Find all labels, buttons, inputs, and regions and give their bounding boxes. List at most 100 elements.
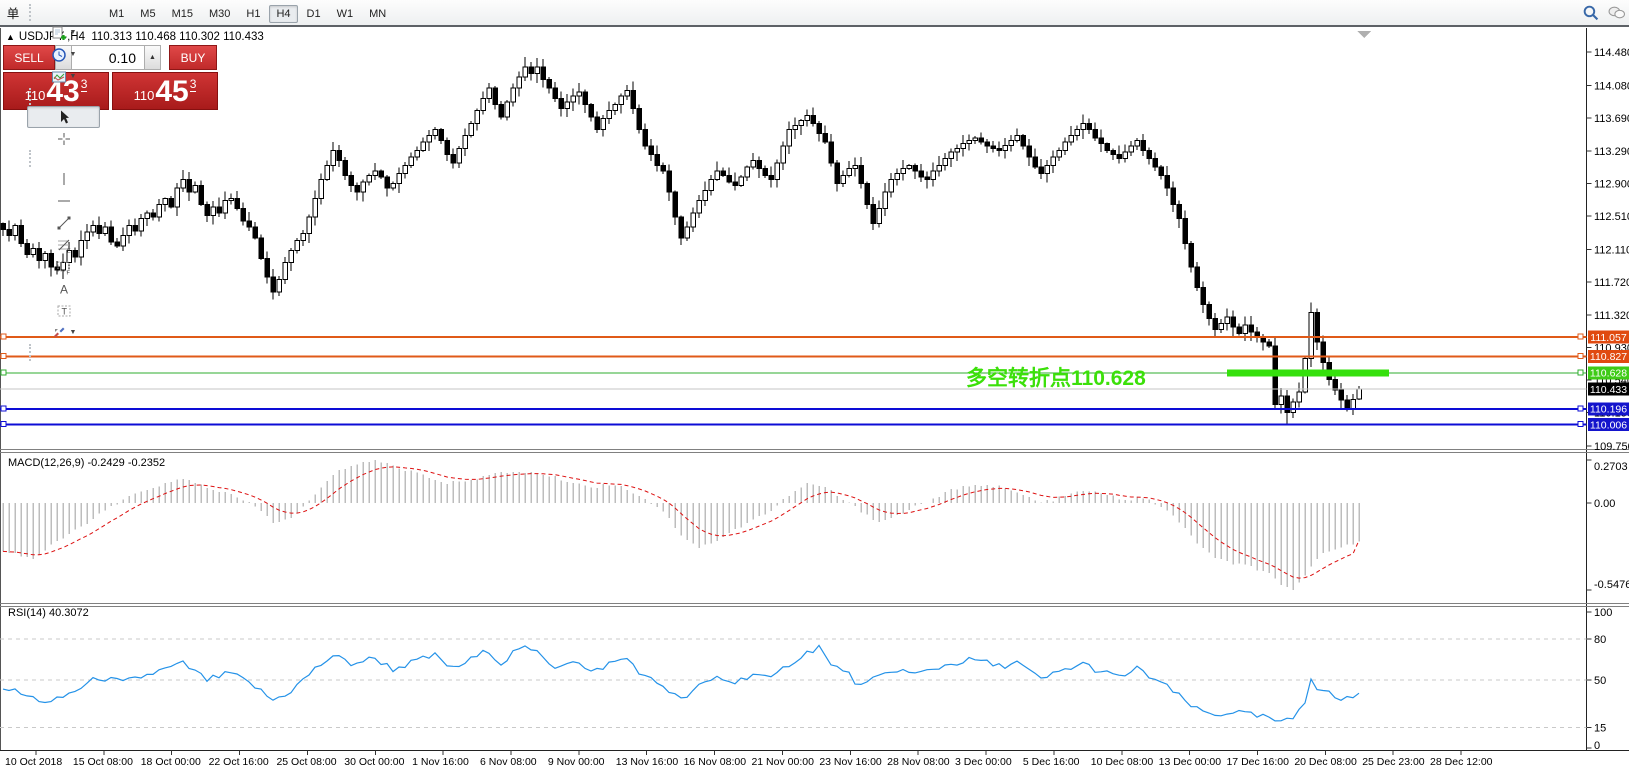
chevron-down-icon[interactable]: ▼ bbox=[70, 51, 77, 58]
price-badge-110.196: 110.196 bbox=[1588, 402, 1629, 415]
svg-text:110.433: 110.433 bbox=[1590, 384, 1627, 396]
indicators-button[interactable]: ▼ bbox=[27, 22, 100, 44]
toolbar-separator bbox=[29, 344, 31, 361]
svg-text:25 Oct 08:00: 25 Oct 08:00 bbox=[276, 756, 336, 768]
timeframe-m5[interactable]: M5 bbox=[133, 5, 162, 23]
toolbar-separator bbox=[29, 150, 31, 167]
svg-text:113.690: 113.690 bbox=[1594, 113, 1629, 125]
chevron-down-icon[interactable]: ▼ bbox=[70, 29, 77, 36]
channel-button[interactable]: F bbox=[27, 256, 100, 278]
svg-text:-0.5476: -0.5476 bbox=[1594, 579, 1629, 591]
svg-text:A: A bbox=[60, 282, 68, 296]
annotation-text[interactable]: 多空转折点110.628 bbox=[966, 362, 1146, 392]
svg-text:13 Dec 00:00: 13 Dec 00:00 bbox=[1159, 756, 1222, 768]
timeframe-m15[interactable]: M15 bbox=[165, 5, 200, 23]
price-badge-110.433: 110.433 bbox=[1588, 383, 1629, 396]
arrows-button[interactable]: ▼ bbox=[27, 322, 100, 344]
svg-text:T: T bbox=[61, 306, 67, 316]
channel-icon: F bbox=[56, 259, 72, 275]
arrows-icon bbox=[51, 325, 67, 341]
svg-text:110.827: 110.827 bbox=[1590, 351, 1627, 363]
trendline-button[interactable] bbox=[27, 212, 100, 234]
trend-segment[interactable] bbox=[1227, 369, 1389, 376]
cursor-icon bbox=[56, 109, 72, 125]
periods-icon bbox=[51, 47, 67, 63]
volume-up-button[interactable]: ▲ bbox=[144, 45, 161, 70]
svg-text:22 Oct 16:00: 22 Oct 16:00 bbox=[209, 756, 269, 768]
svg-text:3 Dec 00:00: 3 Dec 00:00 bbox=[955, 756, 1012, 768]
svg-text:111.057: 111.057 bbox=[1590, 332, 1627, 344]
svg-text:21 Nov 00:00: 21 Nov 00:00 bbox=[751, 756, 814, 768]
text-icon: A bbox=[56, 281, 72, 297]
svg-text:113.290: 113.290 bbox=[1594, 146, 1629, 158]
crosshair-icon bbox=[56, 131, 72, 147]
svg-text:110.628: 110.628 bbox=[1590, 368, 1627, 380]
cursor-button[interactable] bbox=[27, 106, 100, 128]
chat-button[interactable] bbox=[1604, 2, 1628, 24]
svg-text:15: 15 bbox=[1594, 723, 1606, 735]
price-badge-110.006: 110.006 bbox=[1588, 418, 1629, 431]
templates-icon bbox=[51, 69, 67, 85]
chevron-down-icon[interactable]: ▼ bbox=[70, 329, 77, 336]
svg-text:13 Nov 16:00: 13 Nov 16:00 bbox=[616, 756, 679, 768]
chart-shift-icon bbox=[56, 0, 72, 1]
toolbar-separator bbox=[29, 88, 31, 105]
timeframe-mn[interactable]: MN bbox=[362, 5, 393, 23]
svg-text:10 Oct 2018: 10 Oct 2018 bbox=[5, 756, 62, 768]
buy-price-display[interactable]: 110453 bbox=[112, 72, 218, 110]
chart-shift-button[interactable] bbox=[27, 0, 100, 4]
horizontal-line-icon bbox=[56, 193, 72, 209]
horizontal-line-button[interactable] bbox=[27, 190, 100, 212]
fibonacci-icon: E bbox=[56, 237, 72, 253]
svg-text:0.2703: 0.2703 bbox=[1594, 461, 1628, 473]
price-badge-110.628: 110.628 bbox=[1588, 366, 1629, 379]
vertical-line-button[interactable] bbox=[27, 168, 100, 190]
buy-button[interactable]: BUY bbox=[169, 45, 217, 70]
label-button[interactable]: T bbox=[27, 300, 100, 322]
chevron-down-icon[interactable]: ▼ bbox=[70, 73, 77, 80]
search-icon bbox=[1582, 4, 1599, 21]
svg-text:6 Nov 08:00: 6 Nov 08:00 bbox=[480, 756, 537, 768]
timeframe-h1[interactable]: H1 bbox=[239, 5, 267, 23]
timeframe-m30[interactable]: M30 bbox=[202, 5, 237, 23]
chat-icon bbox=[1608, 4, 1625, 21]
svg-text:110.006: 110.006 bbox=[1590, 419, 1627, 431]
svg-text:28 Nov 08:00: 28 Nov 08:00 bbox=[887, 756, 950, 768]
buy-price-big: 45 bbox=[155, 77, 188, 107]
svg-text:114.080: 114.080 bbox=[1594, 80, 1629, 92]
new-order-button[interactable]: 单 bbox=[1, 2, 25, 24]
timeframe-m1[interactable]: M1 bbox=[102, 5, 131, 23]
svg-text:18 Oct 00:00: 18 Oct 00:00 bbox=[141, 756, 201, 768]
svg-text:10 Dec 08:00: 10 Dec 08:00 bbox=[1091, 756, 1154, 768]
svg-text:1 Nov 16:00: 1 Nov 16:00 bbox=[412, 756, 469, 768]
label-icon: T bbox=[56, 303, 72, 319]
svg-text:100: 100 bbox=[1594, 607, 1612, 619]
timeframe-h4[interactable]: H4 bbox=[269, 5, 297, 23]
periods-button[interactable]: ▼ bbox=[27, 44, 100, 66]
toolbar: 单 自动交易▼▼▼EFAT▼ M1M5M15M30H1H4D1W1MN bbox=[0, 0, 1629, 27]
svg-text:E: E bbox=[67, 248, 71, 253]
fibonacci-button[interactable]: E bbox=[27, 234, 100, 256]
search-button[interactable] bbox=[1578, 2, 1602, 24]
text-button[interactable]: A bbox=[27, 278, 100, 300]
trendline-icon bbox=[56, 215, 72, 231]
svg-text:0.00: 0.00 bbox=[1594, 498, 1615, 510]
svg-text:112.510: 112.510 bbox=[1594, 211, 1629, 223]
macd-indicator-label: MACD(12,26,9) -0.2429 -0.2352 bbox=[8, 457, 165, 469]
collapse-icon[interactable]: ▲ bbox=[6, 32, 15, 42]
svg-text:15 Oct 08:00: 15 Oct 08:00 bbox=[73, 756, 133, 768]
templates-button[interactable]: ▼ bbox=[27, 66, 100, 88]
buy-price-sup: 3 bbox=[190, 77, 197, 92]
svg-text:23 Nov 16:00: 23 Nov 16:00 bbox=[819, 756, 882, 768]
svg-text:17 Dec 16:00: 17 Dec 16:00 bbox=[1226, 756, 1289, 768]
crosshair-button[interactable] bbox=[27, 128, 100, 150]
chart-canvas[interactable]: 114.480114.080113.690113.290112.900112.5… bbox=[0, 0, 1629, 771]
svg-text:9 Nov 00:00: 9 Nov 00:00 bbox=[548, 756, 605, 768]
svg-text:50: 50 bbox=[1594, 675, 1606, 687]
timeframe-d1[interactable]: D1 bbox=[300, 5, 328, 23]
svg-text:111.320: 111.320 bbox=[1594, 310, 1629, 322]
timeframe-w1[interactable]: W1 bbox=[330, 5, 361, 23]
toolbar-separator bbox=[29, 4, 31, 21]
svg-text:16 Nov 08:00: 16 Nov 08:00 bbox=[684, 756, 747, 768]
indicators-icon bbox=[51, 25, 67, 41]
